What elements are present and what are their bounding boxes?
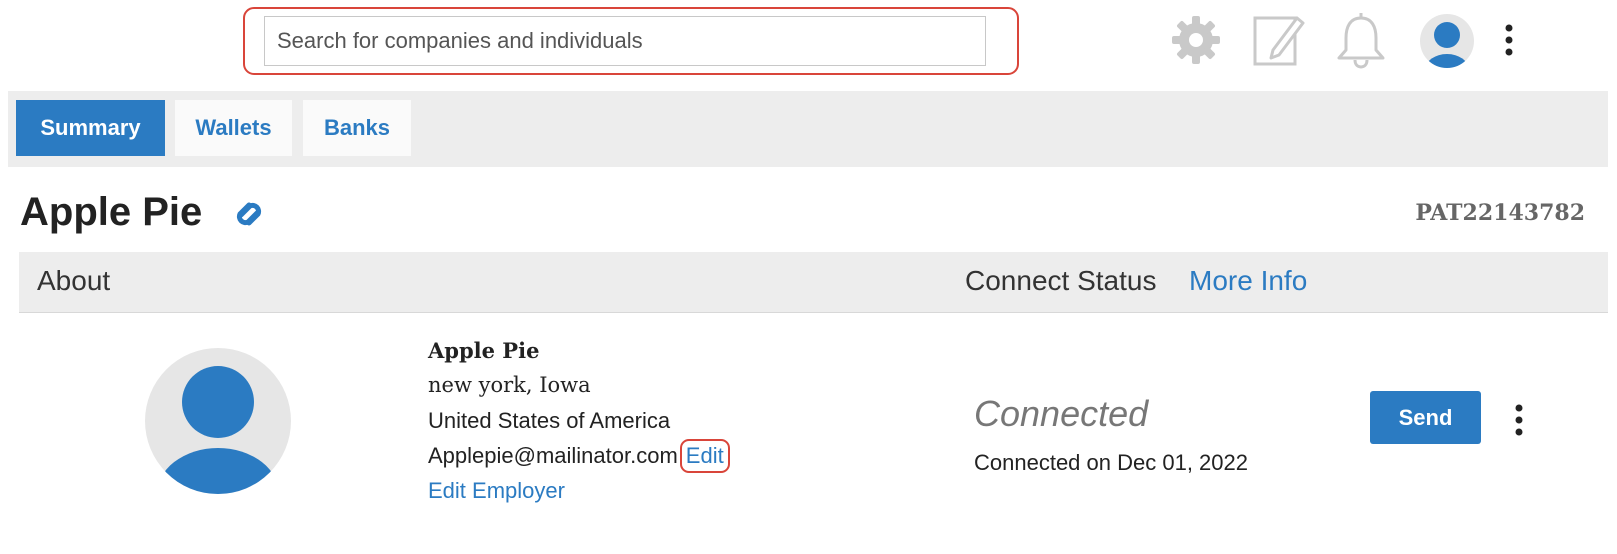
tab-summary[interactable]: Summary <box>16 100 165 156</box>
contact-location: new york, Iowa <box>428 373 591 397</box>
more-info-link[interactable]: More Info <box>1189 265 1307 297</box>
search-highlight <box>243 7 1019 75</box>
bell-icon[interactable] <box>1334 12 1388 75</box>
page-title: Apple Pie <box>20 190 203 234</box>
about-section-header: About Connect Status More Info <box>19 252 1608 313</box>
edit-email-link[interactable]: Edit <box>679 439 730 473</box>
tab-banks[interactable]: Banks <box>303 100 411 156</box>
tab-wallets[interactable]: Wallets <box>175 100 292 156</box>
profile-id: PAT22143782 <box>1415 200 1585 226</box>
linked-chain-icon <box>227 195 271 238</box>
more-vertical-icon[interactable] <box>1510 400 1528 445</box>
contact-details: Apple Pie new york, Iowa United States o… <box>428 333 730 508</box>
user-avatar-icon[interactable] <box>1418 12 1476 75</box>
more-vertical-icon[interactable] <box>1500 12 1518 73</box>
edit-note-icon[interactable] <box>1251 12 1307 75</box>
connect-status-label: Connect Status <box>965 265 1157 296</box>
contact-email-row: Applepie@mailinator.com Edit <box>428 438 730 473</box>
edit-employer-link[interactable]: Edit Employer <box>428 478 565 503</box>
send-button[interactable]: Send <box>1370 391 1481 444</box>
contact-name: Apple Pie <box>428 338 540 363</box>
connected-date: Connected on Dec 01, 2022 <box>974 450 1248 475</box>
about-label: About <box>37 265 111 296</box>
contact-country: United States of America <box>428 408 671 433</box>
page: Summary Wallets Banks Apple Pie PAT22143… <box>0 0 1617 554</box>
tab-bar: Summary Wallets Banks <box>8 91 1608 167</box>
gear-icon[interactable] <box>1168 12 1224 73</box>
search-input[interactable] <box>264 16 986 66</box>
avatar <box>143 346 293 501</box>
contact-email: Applepie@mailinator.com <box>428 443 678 468</box>
connect-status-value: Connected <box>974 393 1149 434</box>
